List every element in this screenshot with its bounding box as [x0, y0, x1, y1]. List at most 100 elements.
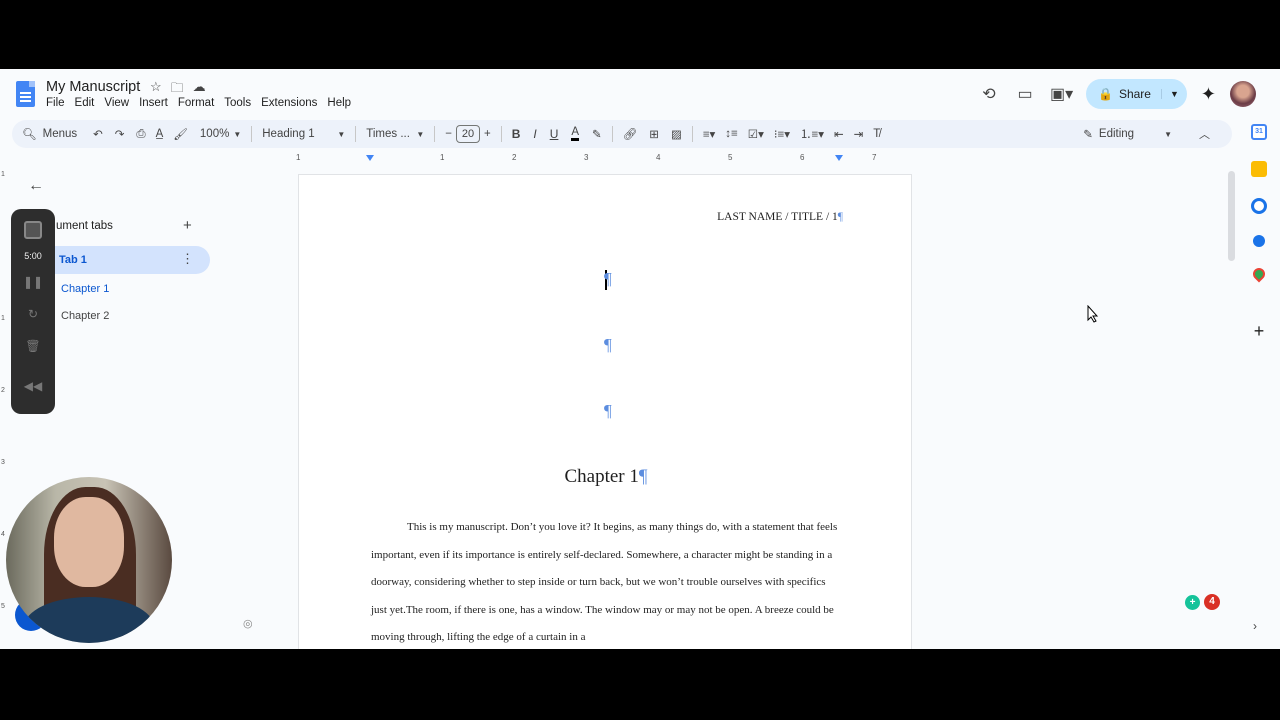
add-tab-icon[interactable]: + — [183, 217, 192, 234]
ruler-number: 3 — [1, 459, 5, 466]
insert-image-icon[interactable]: ▨ — [671, 127, 682, 141]
document-title[interactable]: My Manuscript — [46, 79, 140, 95]
contacts-icon[interactable] — [1253, 235, 1265, 247]
checklist-icon[interactable]: ☑▾ — [748, 127, 764, 141]
paint-format-icon[interactable]: 🖌︎ — [173, 127, 188, 141]
print-icon[interactable]: ⎙ — [136, 128, 145, 141]
outline-heading-chapter-2[interactable]: Chapter 2 — [61, 310, 109, 322]
align-icon[interactable]: ≡▾ — [703, 127, 715, 141]
version-history-icon[interactable]: ⟲ — [978, 84, 1000, 104]
docs-logo-icon[interactable] — [16, 81, 35, 107]
body-paragraph-text: This is my manuscript. Don’t you love it… — [371, 521, 838, 644]
calendar-icon[interactable]: 31 — [1251, 124, 1267, 140]
bulleted-list-icon[interactable]: ⁝≡▾ — [774, 127, 790, 141]
left-indent-marker[interactable] — [366, 155, 374, 161]
delete-icon[interactable]: 🗑︎ — [11, 339, 55, 353]
editing-mode-select[interactable]: ✎ Editing ▼ — [1083, 127, 1172, 141]
ruler-number: 1 — [296, 153, 301, 162]
redo-icon[interactable]: ↷ — [115, 127, 125, 141]
page-header[interactable]: LAST NAME / TITLE / 1¶ — [717, 211, 843, 223]
menu-view[interactable]: View — [104, 96, 129, 110]
outline-heading-chapter-1[interactable]: Chapter 1 — [61, 283, 109, 295]
comments-icon[interactable]: ▭ — [1014, 84, 1036, 104]
font-value: Times ... — [366, 128, 410, 140]
pause-icon[interactable]: ❚❚ — [11, 275, 55, 289]
menu-insert[interactable]: Insert — [139, 96, 168, 110]
chevron-down-icon: ▼ — [233, 129, 242, 139]
ruler-number: 3 — [584, 153, 589, 162]
meet-icon[interactable]: ▣▾ — [1050, 84, 1073, 104]
toolbar-divider — [355, 126, 357, 142]
zoom-select[interactable]: 100% ▼ — [194, 128, 247, 140]
screen-recorder-widget: 5:00 ❚❚ ↻ 🗑︎ ◀◀ — [11, 209, 55, 414]
stop-recording-icon[interactable] — [24, 221, 42, 239]
decrease-indent-icon[interactable]: ⇤ — [834, 127, 844, 141]
menu-help[interactable]: Help — [327, 96, 351, 110]
chevron-right-icon[interactable]: › — [1253, 619, 1257, 633]
ruler-number: 1 — [1, 315, 5, 322]
vertical-scrollbar[interactable] — [1228, 171, 1235, 261]
lock-icon: 🔒 — [1098, 87, 1113, 101]
ruler-number: 7 — [872, 153, 877, 162]
restart-icon[interactable]: ↻ — [11, 307, 55, 321]
add-addon-icon[interactable]: + — [1254, 322, 1265, 340]
ruler-number: 4 — [656, 153, 661, 162]
highlight-icon[interactable]: ✎ — [592, 127, 602, 141]
tasks-icon[interactable] — [1251, 198, 1267, 214]
link-icon[interactable]: 🔗︎ — [623, 127, 638, 141]
body-paragraph[interactable]: This is my manuscript. Don’t you love it… — [371, 514, 841, 649]
font-size-input[interactable]: 20 — [455, 125, 480, 143]
gemini-icon[interactable]: ✦ — [1201, 84, 1216, 105]
fingerprint-icon[interactable]: ◎ — [243, 617, 253, 630]
font-select[interactable]: Times ... ▼ — [360, 128, 430, 140]
document-tabs-heading: ument tabs — [56, 220, 113, 232]
ruler-number: 6 — [800, 153, 805, 162]
paragraph-mark: ¶ — [604, 401, 612, 420]
right-indent-marker[interactable] — [835, 155, 843, 161]
spellcheck-icon[interactable]: A̲ — [156, 128, 164, 140]
tab-label: Tab 1 — [59, 254, 87, 266]
style-select[interactable]: Heading 1 ▼ — [256, 128, 351, 140]
more-options-icon[interactable]: ⋮ — [181, 251, 194, 267]
sidebar-tab-1[interactable]: Tab 1 ⋮ — [40, 246, 210, 274]
chapter-heading[interactable]: Chapter 1¶ — [299, 466, 913, 488]
search-menus[interactable]: 🔍︎ Menus — [12, 127, 87, 141]
underline-icon[interactable]: U — [550, 127, 559, 141]
decrease-font-size-icon[interactable]: − — [445, 128, 452, 140]
increase-font-size-icon[interactable]: + — [484, 128, 491, 140]
undo-icon[interactable]: ↶ — [93, 127, 103, 141]
increase-indent-icon[interactable]: ⇥ — [854, 127, 864, 141]
annotate-icon[interactable]: ◀◀ — [11, 379, 55, 393]
italic-icon[interactable]: I — [533, 127, 536, 141]
menu-file[interactable]: File — [46, 96, 65, 110]
menu-tools[interactable]: Tools — [224, 96, 251, 110]
header-actions: ⟲ ▭ ▣▾ 🔒 Share ▼ ✦ — [978, 79, 1256, 109]
numbered-list-icon[interactable]: ⒈≡▾ — [800, 126, 824, 142]
maps-icon[interactable] — [1250, 265, 1268, 283]
toolbar-divider — [611, 126, 613, 142]
menu-extensions[interactable]: Extensions — [261, 96, 317, 110]
menu-edit[interactable]: Edit — [75, 96, 95, 110]
document-page[interactable]: LAST NAME / TITLE / 1¶ ¶ ¶ ¶ Chapter 1¶ … — [298, 174, 912, 649]
text-color-icon[interactable]: A — [571, 126, 580, 141]
bold-icon[interactable]: B — [512, 127, 521, 141]
clear-formatting-icon[interactable]: T̸ — [873, 128, 880, 140]
menu-format[interactable]: Format — [178, 96, 214, 110]
add-comment-icon[interactable]: ⊞ — [649, 127, 659, 141]
grammar-badges[interactable]: + 4 — [1185, 594, 1220, 610]
share-dropdown-icon[interactable]: ▼ — [1160, 89, 1187, 99]
line-spacing-icon[interactable]: ↕≡ — [725, 128, 737, 140]
keep-icon[interactable] — [1251, 161, 1267, 177]
search-icon: 🔍︎ — [22, 129, 37, 141]
account-avatar[interactable] — [1230, 81, 1256, 107]
paragraph-mark: ¶ — [604, 269, 612, 288]
collapse-toolbar-icon[interactable]: ︿ — [1199, 126, 1210, 142]
webcam-bubble — [6, 477, 172, 643]
share-button[interactable]: 🔒 Share ▼ — [1086, 79, 1187, 109]
formatting-toolbar: 🔍︎ Menus ↶ ↷ ⎙ A̲ 🖌︎ 100% ▼ Heading 1 ▼ Ti… — [12, 120, 1232, 148]
back-arrow-icon[interactable]: ← — [28, 177, 44, 195]
chevron-down-icon: ▼ — [416, 129, 425, 139]
ruler-number: 5 — [1, 603, 5, 610]
mouse-pointer-icon — [1087, 304, 1099, 328]
horizontal-ruler[interactable]: 1 1 2 3 4 5 6 7 — [296, 153, 912, 165]
